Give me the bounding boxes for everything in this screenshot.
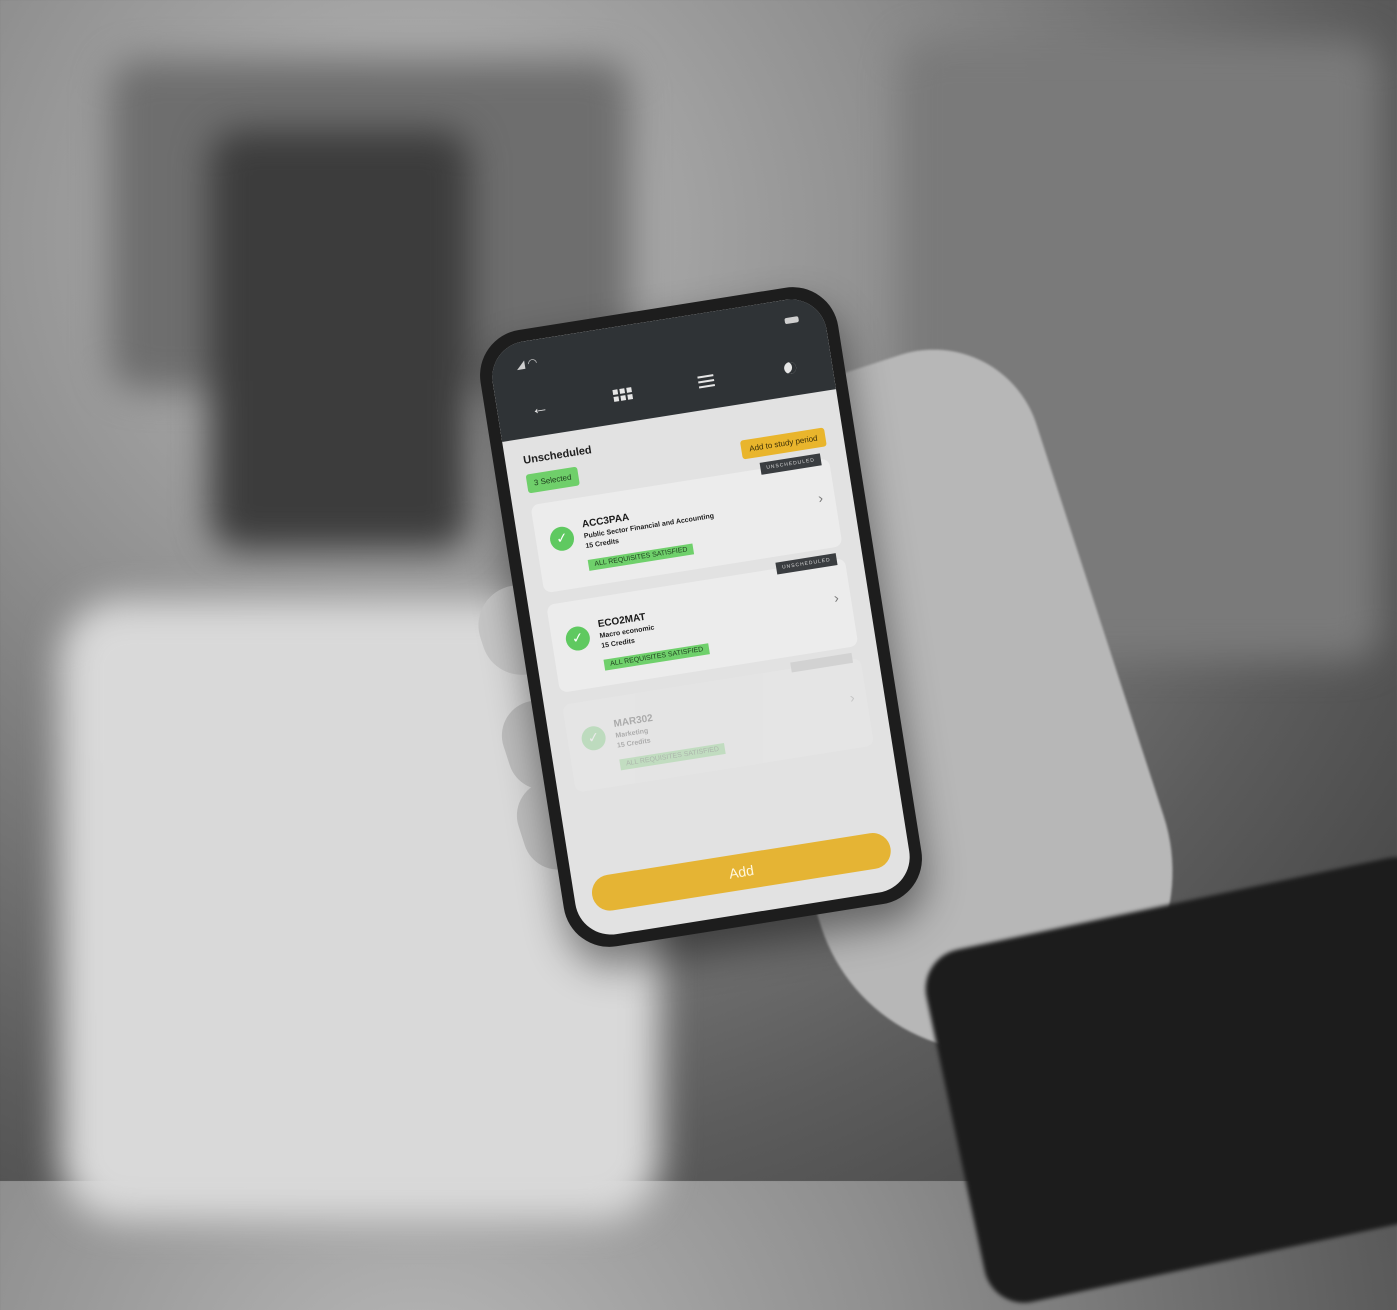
main-content: Unscheduled 3 Selected Add to study peri… [502,389,892,795]
list-icon[interactable] [690,367,723,395]
background-blur-2 [210,130,470,550]
grid-icon[interactable] [606,380,639,408]
chevron-right-icon[interactable]: › [848,689,855,706]
requisites-badge: ALL REQUISITES SATISFIED [603,643,711,671]
check-icon[interactable]: ✓ [564,624,592,652]
signal-wifi-icon: ◢ ◠ [515,356,539,372]
check-icon[interactable]: ✓ [548,524,576,553]
moon-icon[interactable] [773,354,806,382]
chevron-right-icon[interactable]: › [833,589,840,606]
check-icon[interactable]: ✓ [579,724,608,752]
selected-count-badge[interactable]: 3 Selected [525,466,580,494]
add-button[interactable]: Add [589,830,894,914]
status-tag-placeholder [790,652,854,673]
chevron-right-icon[interactable]: › [817,489,824,506]
requisites-badge: ALL REQUISITES SATISFIED [619,742,726,771]
status-tag: UNSCHEDULED [759,453,822,475]
status-tag: UNSCHEDULED [775,553,838,575]
back-arrow-icon[interactable]: ← [523,393,556,421]
requisites-badge: ALL REQUISITES SATISFIED [587,543,695,571]
battery-icon [784,316,800,325]
